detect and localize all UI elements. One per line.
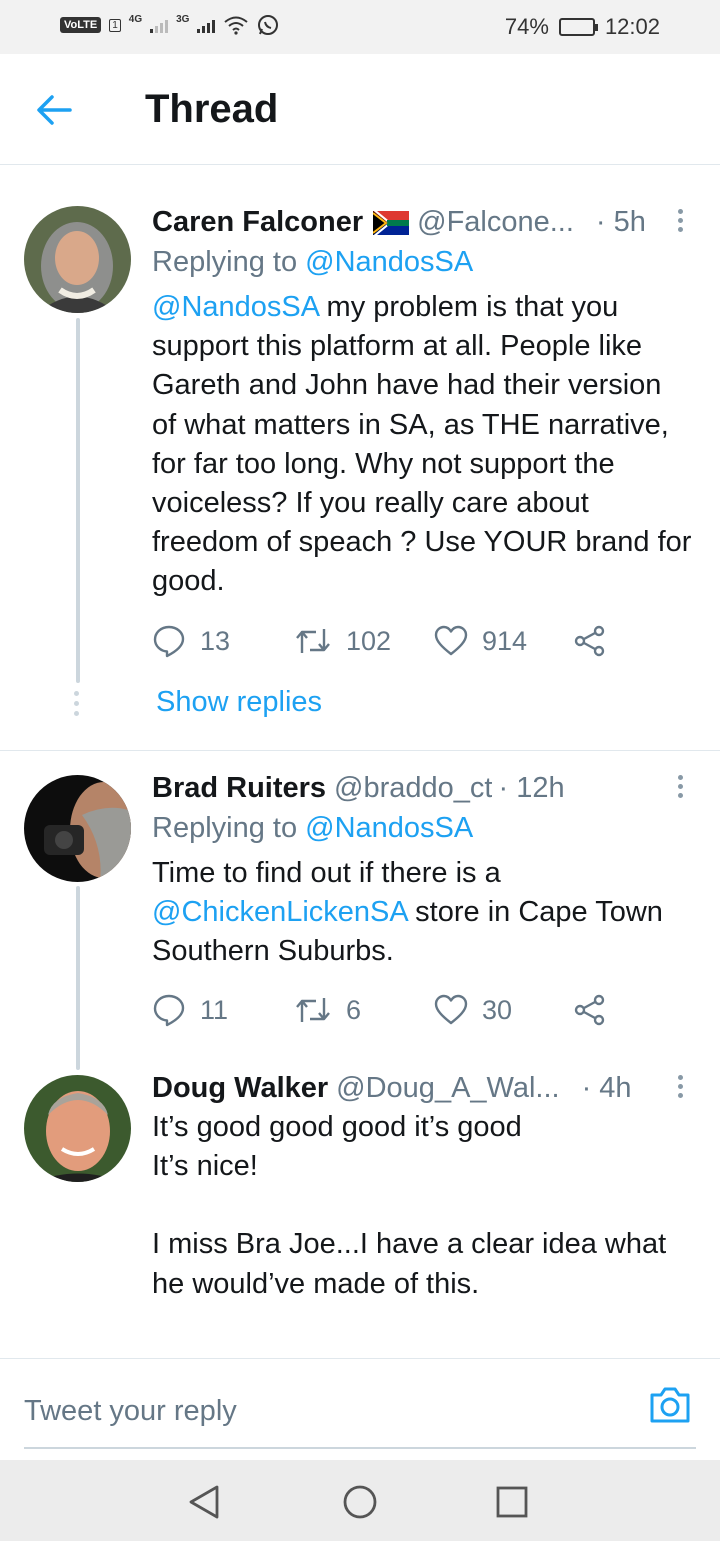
author-handle[interactable]: @Falcone... bbox=[417, 206, 574, 239]
like-count: 914 bbox=[482, 625, 528, 656]
tweet-header: Brad Ruiters @braddo_ct · 12h bbox=[152, 768, 692, 808]
nav-recents-icon bbox=[496, 1486, 528, 1518]
replying-to-label: Replying to bbox=[152, 246, 306, 278]
replying-to-label: Replying to bbox=[152, 812, 306, 844]
nav-home-button[interactable] bbox=[338, 1480, 382, 1524]
tweet-text-line: It’s good good good it’s good bbox=[152, 1111, 522, 1143]
tweet-text: It’s good good good it’s good It’s nice!… bbox=[152, 1108, 692, 1304]
nav-home-icon bbox=[343, 1485, 377, 1519]
tweet-actions: 13 102 914 bbox=[152, 621, 606, 661]
heart-icon bbox=[434, 625, 468, 656]
retweet-count: 102 bbox=[346, 625, 392, 656]
nav-recents-button[interactable] bbox=[490, 1480, 534, 1524]
arrow-left-icon bbox=[37, 95, 72, 125]
network-3g-label: 3G bbox=[176, 13, 190, 25]
tweet-header: Caren Falconer @Falcone... · 5h bbox=[152, 202, 692, 242]
battery-icon bbox=[558, 18, 598, 36]
reply-count: 13 bbox=[200, 625, 231, 656]
more-options-button[interactable] bbox=[668, 202, 692, 238]
reply-button[interactable]: 13 bbox=[152, 624, 294, 658]
divider bbox=[0, 750, 720, 751]
thread-line bbox=[76, 318, 80, 683]
like-count: 30 bbox=[482, 994, 513, 1025]
camera-icon bbox=[650, 1387, 690, 1423]
share-button[interactable] bbox=[574, 625, 606, 657]
author-handle[interactable]: @Doug_A_Wal... bbox=[336, 1072, 559, 1105]
reply-icon bbox=[153, 625, 185, 658]
page-title: Thread bbox=[145, 87, 279, 131]
replying-to: Replying to @NandosSA bbox=[152, 808, 692, 848]
retweet-button[interactable]: 6 bbox=[294, 995, 434, 1026]
reply-mention-link[interactable]: @NandosSA bbox=[305, 246, 473, 278]
author-name[interactable]: Brad Ruiters bbox=[152, 772, 326, 805]
whatsapp-icon bbox=[258, 15, 279, 35]
clock: 12:02 bbox=[604, 14, 660, 39]
retweet-icon bbox=[296, 998, 330, 1022]
network-4g-label: 4G bbox=[128, 13, 143, 25]
show-replies-link[interactable]: Show replies bbox=[156, 686, 322, 719]
author-name[interactable]: Doug Walker bbox=[152, 1072, 328, 1105]
more-options-button[interactable] bbox=[668, 768, 692, 804]
author-name[interactable]: Caren Falconer bbox=[152, 206, 363, 239]
thread-header: Thread bbox=[0, 54, 720, 165]
camera-button[interactable] bbox=[648, 1385, 696, 1433]
nav-back-button[interactable] bbox=[182, 1480, 226, 1524]
reply-button[interactable]: 11 bbox=[152, 993, 294, 1027]
signal-bars-icon bbox=[150, 17, 169, 33]
tweet-text: Time to find out if there is a @ChickenL… bbox=[152, 854, 692, 972]
status-right: 74% 12:02 bbox=[505, 14, 660, 40]
retweet-button[interactable]: 102 bbox=[294, 626, 434, 657]
sim-number: 1 bbox=[109, 18, 121, 32]
tweet-time: · 5h bbox=[595, 205, 646, 238]
volte-badge: VoLTE bbox=[60, 17, 102, 33]
like-button[interactable]: 30 bbox=[434, 994, 574, 1026]
tweet-body: Brad Ruiters @braddo_ct · 12h Replying t… bbox=[152, 768, 692, 972]
share-button[interactable] bbox=[574, 994, 606, 1026]
reply-mention-link[interactable]: @NandosSA bbox=[305, 812, 473, 844]
south-africa-flag-icon bbox=[373, 211, 410, 235]
tweet-header: Doug Walker @Doug_A_Wal... · 4h bbox=[152, 1068, 692, 1108]
tweet-actions: 11 6 30 bbox=[152, 990, 606, 1030]
tweet-text-line: It’s nice! bbox=[152, 1150, 258, 1183]
tweet-body: Caren Falconer @Falcone... · 5h Replying… bbox=[152, 202, 692, 602]
share-icon bbox=[574, 994, 605, 1026]
tweet-time: · 4h bbox=[581, 1071, 632, 1104]
thread-dots bbox=[74, 691, 80, 716]
reply-input[interactable] bbox=[24, 1383, 624, 1439]
reply-count: 11 bbox=[200, 994, 229, 1025]
tweet-text-line: I miss Bra Joe...I have a clear idea wha… bbox=[152, 1228, 667, 1300]
avatar[interactable] bbox=[24, 206, 131, 313]
heart-icon bbox=[434, 994, 468, 1025]
status-bar: VoLTE 1 4G 3G 74% 12:02 bbox=[0, 0, 720, 54]
wifi-icon bbox=[224, 16, 249, 35]
tweet-time: · 12h bbox=[498, 771, 565, 804]
mention-link[interactable]: @NandosSA bbox=[152, 291, 318, 323]
retweet-icon bbox=[296, 629, 330, 653]
back-button[interactable] bbox=[30, 88, 78, 132]
tweet-text-body: my problem is that you support this plat… bbox=[152, 291, 692, 598]
thread-line bbox=[76, 886, 80, 1070]
battery-percent: 74% bbox=[504, 14, 549, 39]
more-options-button[interactable] bbox=[668, 1068, 692, 1104]
tweet-text-body: Time to find out if there is a bbox=[152, 857, 501, 889]
signal-bars-icon bbox=[197, 17, 216, 33]
input-underline bbox=[24, 1447, 696, 1449]
tweet-body: Doug Walker @Doug_A_Wal... · 4h It’s goo… bbox=[152, 1068, 692, 1304]
replying-to: Replying to @NandosSA bbox=[152, 242, 692, 282]
reply-icon bbox=[153, 994, 185, 1027]
share-icon bbox=[574, 625, 605, 657]
tweet-text: @NandosSA my problem is that you support… bbox=[152, 288, 692, 602]
retweet-count: 6 bbox=[346, 994, 362, 1025]
mention-link[interactable]: @ChickenLickenSA bbox=[152, 896, 407, 928]
avatar[interactable] bbox=[24, 775, 131, 882]
author-handle[interactable]: @braddo_ct bbox=[334, 772, 492, 805]
status-left: VoLTE 1 4G 3G bbox=[60, 14, 279, 36]
reply-composer bbox=[0, 1358, 720, 1460]
system-nav-bar bbox=[0, 1460, 720, 1541]
nav-back-icon bbox=[189, 1485, 219, 1519]
like-button[interactable]: 914 bbox=[434, 625, 574, 657]
avatar[interactable] bbox=[24, 1075, 131, 1182]
